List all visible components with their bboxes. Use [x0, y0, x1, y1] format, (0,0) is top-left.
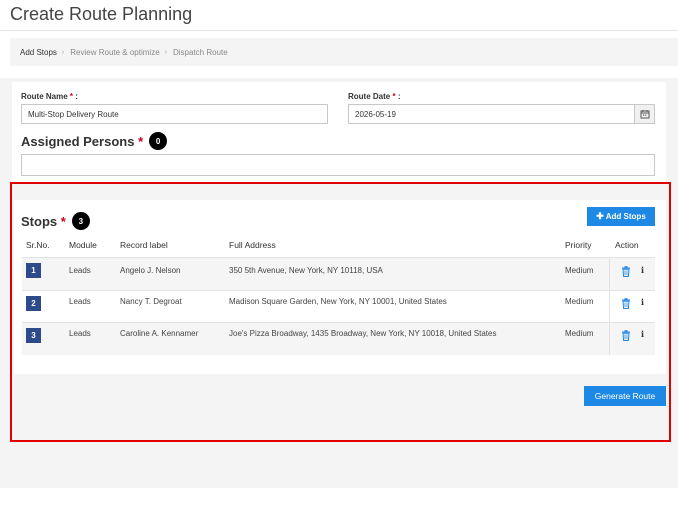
table-row: [22, 323, 655, 355]
breadcrumb-step-add-stops[interactable]: Add Stops: [20, 48, 57, 57]
row-priority: Medium: [565, 266, 594, 275]
trash-icon[interactable]: [621, 266, 631, 277]
stops-count-badge: 3: [71, 212, 90, 230]
assigned-count-badge: 0: [149, 132, 168, 150]
action-divider: [609, 291, 610, 323]
breadcrumb-step-review-route[interactable]: Review Route & optimize: [70, 48, 159, 57]
chevron-right-icon: ›: [61, 48, 65, 56]
trash-icon[interactable]: [621, 298, 631, 309]
breadcrumb: Add Stops › Review Route & optimize › Di…: [10, 38, 678, 66]
assigned-persons-heading: Assigned Persons * 0: [21, 132, 168, 150]
row-address: Joe's Pizza Broadway, 1435 Broadway, New…: [229, 329, 497, 338]
stops-heading: Stops * 3: [21, 212, 90, 230]
generate-route-button[interactable]: Generate Route: [584, 386, 666, 406]
row-priority: Medium: [565, 297, 594, 306]
trash-icon[interactable]: [621, 330, 631, 341]
action-divider: [609, 258, 610, 290]
col-header-action: Action: [615, 240, 639, 250]
info-icon[interactable]: i: [641, 297, 644, 307]
row-address: Madison Square Garden, New York, NY 1000…: [229, 297, 447, 306]
route-date-input[interactable]: 2026-05-19: [348, 104, 635, 124]
title-divider: [0, 30, 678, 31]
col-header-record-label: Record label: [120, 240, 168, 250]
chevron-right-icon: ›: [164, 48, 167, 56]
col-header-priority: Priority: [565, 240, 592, 250]
route-date-label: Route Date * :: [348, 92, 401, 101]
row-record-label: Nancy T. Degroat: [120, 297, 182, 306]
plus-icon: ✚: [596, 211, 604, 221]
row-number-badge: 1: [26, 263, 41, 278]
breadcrumb-step-dispatch-route[interactable]: Dispatch Route: [173, 48, 228, 57]
add-stops-label: Add Stops: [605, 212, 646, 221]
info-icon[interactable]: i: [641, 329, 644, 339]
route-date-value: 2026-05-19: [355, 109, 396, 119]
col-header-srno: Sr.No.: [26, 240, 50, 250]
row-record-label: Caroline A. Kennamer: [120, 329, 199, 338]
info-icon[interactable]: i: [641, 265, 644, 275]
row-module: Leads: [69, 297, 91, 306]
route-name-label: Route Name * :: [21, 92, 78, 101]
row-number-badge: 3: [26, 328, 41, 343]
route-name-input[interactable]: Multi-Stop Delivery Route: [21, 104, 328, 124]
page-title: Create Route Planning: [10, 4, 193, 24]
route-name-value: Multi-Stop Delivery Route: [28, 109, 119, 119]
row-address: 350 5th Avenue, New York, NY 10118, USA: [229, 266, 383, 275]
calendar-icon[interactable]: [635, 104, 655, 124]
row-module: Leads: [69, 329, 91, 338]
add-stops-button[interactable]: ✚ Add Stops: [587, 207, 655, 226]
col-header-full-address: Full Address: [229, 240, 276, 250]
row-module: Leads: [69, 266, 91, 275]
row-priority: Medium: [565, 329, 594, 338]
col-header-module: Module: [69, 240, 97, 250]
row-record-label: Angelo J. Nelson: [120, 266, 181, 275]
row-number-badge: 2: [26, 296, 41, 311]
action-divider: [609, 323, 610, 355]
table-row: [22, 291, 655, 323]
assigned-persons-input[interactable]: [21, 154, 655, 176]
